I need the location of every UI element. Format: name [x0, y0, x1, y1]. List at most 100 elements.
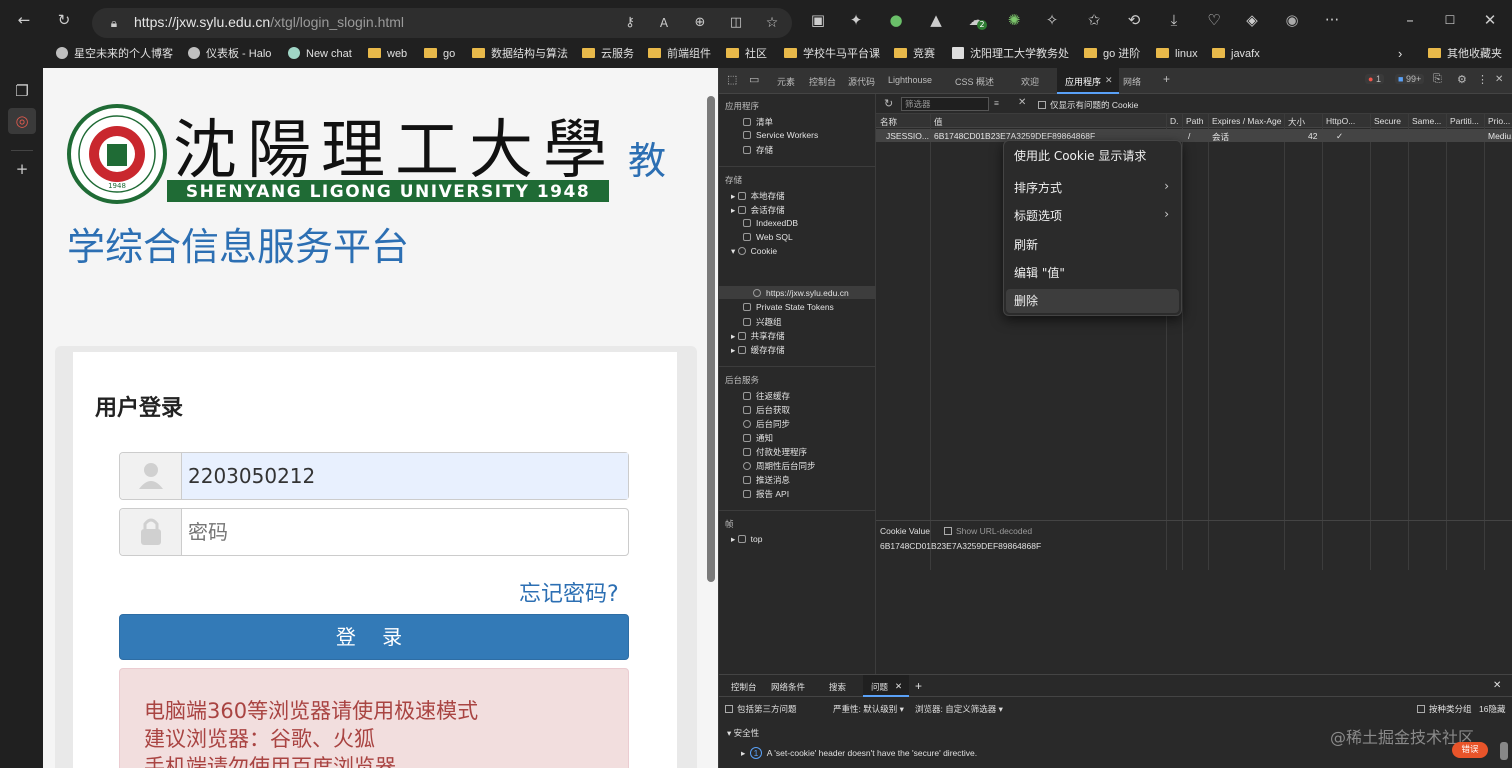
active-tab-favicon-icon[interactable]: ◎	[8, 108, 36, 134]
drawer-tab-search[interactable]: 搜索	[829, 681, 846, 693]
bookmarks-overflow-chevron-icon[interactable]: ›	[1398, 45, 1402, 63]
copilot-icon[interactable]: ◈	[1242, 10, 1262, 30]
extension-cloud-icon[interactable]: ☁ 2	[966, 10, 987, 30]
cookie-filter-input[interactable]: 筛选器	[901, 97, 989, 111]
delete-all-icon[interactable]: ✕	[1018, 97, 1026, 108]
tab-welcome[interactable]: 欢迎	[1021, 75, 1039, 88]
downloads-icon[interactable]: ⤓	[1164, 10, 1184, 30]
zoom-icon[interactable]: ⊕	[690, 13, 710, 33]
bookmark-item[interactable]: 星空未来的个人博客	[56, 45, 173, 63]
col-value[interactable]: 值	[934, 116, 943, 128]
share-icon[interactable]: ⎘	[1433, 73, 1442, 86]
severity-dropdown[interactable]: 严重性: 默认级别 ▾	[833, 703, 904, 715]
bookmark-item[interactable]: go	[424, 45, 455, 63]
extension-green-icon[interactable]: ●	[886, 10, 906, 30]
tab-sources[interactable]: 源代码	[848, 75, 875, 88]
drawer-tab-console[interactable]: 控制台	[731, 681, 757, 693]
extensions-puzzle-icon[interactable]: ✧	[1042, 10, 1062, 30]
sidebar-item-manifest[interactable]: 清单	[743, 116, 773, 128]
forgot-password-link[interactable]: 忘记密码?	[519, 576, 619, 608]
sidebar-item-service-workers[interactable]: Service Workers	[743, 130, 818, 140]
device-toolbar-icon[interactable]: ▭	[749, 73, 759, 86]
menu-item-show-requests[interactable]: 使用此 Cookie 显示请求	[1014, 147, 1146, 164]
extension-triangle-icon[interactable]: ▲	[926, 10, 946, 30]
sidebar-item-indexeddb[interactable]: IndexedDB	[743, 218, 798, 228]
drawer-tab-network-conditions[interactable]: 网络条件	[771, 681, 805, 693]
sidebar-item-session-storage[interactable]: ▸ 会话存储	[731, 204, 785, 216]
tab-application[interactable]: 应用程序	[1065, 75, 1101, 88]
bookmark-item[interactable]: 仪表板 - Halo	[188, 45, 271, 63]
issue-group-security[interactable]: ▾ 安全性	[727, 727, 759, 739]
inspect-icon[interactable]: ⬚	[727, 73, 737, 86]
col-samesite[interactable]: Same...	[1412, 116, 1441, 126]
other-bookmarks[interactable]: 其他收藏夹	[1428, 45, 1502, 63]
issue-row[interactable]: ▸ 1 A 'set-cookie' header doesn't have t…	[741, 747, 977, 759]
browser-filter-dropdown[interactable]: 浏览器: 自定义筛选器 ▾	[915, 703, 1003, 715]
favorite-star-icon[interactable]: ☆	[762, 13, 782, 33]
bookmark-item[interactable]: 前端组件	[648, 45, 711, 63]
username-input[interactable]	[182, 453, 628, 499]
password-input[interactable]	[182, 509, 628, 555]
sidebar-item-background-sync[interactable]: 后台同步	[743, 418, 790, 430]
extension-bug-icon[interactable]: ✦	[846, 10, 866, 30]
col-name[interactable]: 名称	[880, 116, 897, 128]
col-size[interactable]: 大小	[1288, 116, 1305, 128]
maximize-icon[interactable]: ☐	[1440, 10, 1460, 30]
bookmark-item[interactable]: linux	[1156, 45, 1198, 63]
extension-wheel-icon[interactable]: ✺	[1004, 10, 1024, 30]
sidebar-item-cookie[interactable]: ▾ Cookie	[731, 246, 777, 257]
close-tab-icon[interactable]: ✕	[895, 681, 902, 692]
address-text[interactable]: https://jxw.sylu.edu.cn/xtgl/login_slogi…	[134, 14, 404, 30]
new-tab-plus-icon[interactable]: +	[11, 158, 33, 180]
sidebar-item-shared-storage[interactable]: ▸ 共享存储	[731, 330, 785, 342]
tab-css-overview[interactable]: CSS 概述	[955, 75, 994, 88]
bookmark-item[interactable]: 学校牛马平台课	[784, 45, 880, 63]
group-by-kind-checkbox[interactable]: 按种类分组	[1417, 703, 1472, 715]
tab-network[interactable]: 网络	[1123, 75, 1141, 88]
show-url-decoded-checkbox[interactable]: Show URL-decoded	[944, 526, 1032, 536]
history-icon[interactable]: ⟲	[1124, 10, 1144, 30]
sidebar-item-bfcache[interactable]: 往返缓存	[743, 390, 790, 402]
sidebar-item-interest-groups[interactable]: 兴趣组	[743, 316, 782, 328]
checkbox[interactable]	[1417, 705, 1425, 713]
close-devtools-icon[interactable]: ✕	[1495, 74, 1503, 85]
sidebar-item-notifications[interactable]: 通知	[743, 432, 773, 444]
add-tab-plus-icon[interactable]: +	[915, 679, 922, 693]
col-secure[interactable]: Secure	[1374, 116, 1401, 126]
checkbox[interactable]	[725, 705, 733, 713]
clear-filtered-icon[interactable]: ≡	[994, 98, 999, 108]
menu-item-delete[interactable]: 删除	[1014, 292, 1038, 309]
sidebar-item-payment-handler[interactable]: 付款处理程序	[743, 446, 807, 458]
sidebar-item-cookie-origin[interactable]: https://jxw.sylu.edu.cn	[753, 288, 849, 298]
health-icon[interactable]: ♡	[1204, 10, 1224, 30]
col-expires[interactable]: Expires / Max-Age	[1212, 116, 1281, 126]
bookmark-item[interactable]: web	[368, 45, 407, 63]
menu-item-header-options[interactable]: 标题选项	[1014, 207, 1062, 224]
bookmark-item[interactable]: 社区	[726, 45, 767, 63]
lock-icon[interactable]: 🔒︎	[104, 13, 124, 33]
bookmark-item[interactable]: javafx	[1212, 45, 1260, 63]
table-row[interactable]: JSESSIO... 6B1748CD01B23E7A3259DEF898648…	[876, 129, 1512, 142]
more-options-icon[interactable]: ⋮	[1477, 73, 1488, 86]
read-aloud-icon[interactable]: A	[654, 13, 674, 33]
include-third-party-checkbox[interactable]: 包括第三方问题	[725, 703, 797, 715]
favorites-icon[interactable]: ✩	[1084, 10, 1104, 30]
close-drawer-icon[interactable]: ✕	[1493, 680, 1501, 691]
close-window-icon[interactable]: ✕	[1480, 10, 1500, 30]
menu-item-refresh[interactable]: 刷新	[1014, 236, 1038, 253]
sidebar-item-periodic-sync[interactable]: 周期性后台同步	[743, 460, 816, 472]
profile-avatar-icon[interactable]: ◉	[1282, 10, 1302, 30]
sidebar-item-storage[interactable]: 存储	[743, 144, 773, 156]
error-counter[interactable]: ● 1	[1365, 74, 1384, 84]
col-priority[interactable]: Prio...	[1488, 116, 1510, 126]
sidebar-item-local-storage[interactable]: ▸ 本地存储	[731, 190, 785, 202]
issue-counter[interactable]: ■ 99+	[1395, 74, 1425, 84]
key-icon[interactable]: ⚷	[620, 13, 640, 33]
tab-console[interactable]: 控制台	[809, 75, 836, 88]
bookmark-item[interactable]: 数据结构与算法	[472, 45, 568, 63]
refresh-icon[interactable]: ↻	[54, 10, 74, 30]
menu-item-edit-value[interactable]: 编辑 "值"	[1014, 264, 1065, 281]
bookmark-item[interactable]: 云服务	[582, 45, 634, 63]
minimize-icon[interactable]: –	[1400, 10, 1420, 30]
drawer-tab-issues[interactable]: 问题	[871, 681, 888, 693]
